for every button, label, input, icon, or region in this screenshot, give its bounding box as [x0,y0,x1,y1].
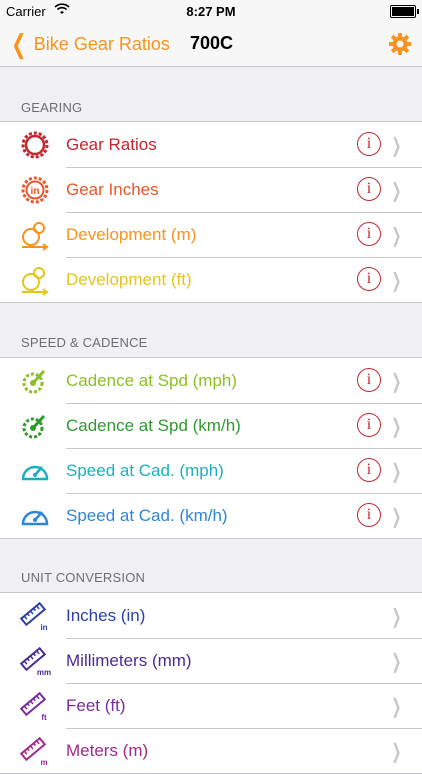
chevron-left-icon: ❮ [11,29,27,59]
row-label: Development (m) [66,225,197,244]
nav-bar: ❮ Bike Gear Ratios 700C [0,22,422,67]
row-gear-ratios[interactable]: Gear Ratios i ❯ [0,122,422,167]
row-inches[interactable]: in Inches (in) ❯ [0,593,422,638]
row-development-ft[interactable]: Development (ft) i ❯ [0,257,422,302]
chevron-right-icon: ❯ [391,416,402,438]
row-development-m[interactable]: Development (m) i ❯ [0,212,422,257]
back-button[interactable]: ❮ Bike Gear Ratios [8,30,170,58]
chevron-right-icon: ❯ [391,506,402,528]
unit-conversion-group: in Inches (in) ❯ mm Millimeters (mm) ❯ f… [0,592,422,774]
ruler-icon: in [19,601,48,632]
info-button-icon[interactable]: i [357,222,381,246]
ruler-icon: m [19,736,48,767]
svg-text:in: in [31,186,40,197]
row-label: Feet (ft) [66,696,126,715]
row-cadence-mph[interactable]: Cadence at Spd (mph) i ❯ [0,358,422,403]
ruler-icon: ft [19,691,47,722]
chevron-right-icon: ❯ [391,135,402,157]
row-label: Inches (in) [66,606,146,625]
row-label: Cadence at Spd (mph) [66,371,238,390]
chevron-right-icon: ❯ [391,225,402,247]
row-label: Gear Ratios [66,135,157,154]
development-icon [22,267,49,296]
gearing-group: Gear Ratios i ❯ in Gear Inches i ❯ Devel… [0,121,422,303]
svg-text:ft: ft [41,713,47,722]
row-cadence-kmh[interactable]: Cadence at Spd (km/h) i ❯ [0,403,422,448]
row-label: Speed at Cad. (mph) [66,461,224,480]
chevron-right-icon: ❯ [391,696,402,718]
status-bar: Carrier 8:27 PM [0,0,422,22]
row-speed-mph[interactable]: Speed at Cad. (mph) i ❯ [0,448,422,493]
svg-text:m: m [40,758,47,767]
row-millimeters[interactable]: mm Millimeters (mm) ❯ [0,638,422,683]
row-label: Gear Inches [66,180,159,199]
row-speed-kmh[interactable]: Speed at Cad. (km/h) i ❯ [0,493,422,538]
gear-inches-icon: in [21,176,49,204]
battery-icon [390,5,419,18]
section-header-speed-cadence: SPEED & CADENCE [21,335,148,350]
info-button-icon[interactable]: i [357,177,381,201]
speed-cadence-group: Cadence at Spd (mph) i ❯ Cadence at Spd … [0,357,422,539]
chevron-right-icon: ❯ [391,651,402,673]
section-header-unit-conversion: UNIT CONVERSION [21,570,146,585]
crank-icon [22,414,46,439]
row-label: Meters (m) [66,741,149,760]
info-button-icon[interactable]: i [357,413,381,437]
row-gear-inches[interactable]: in Gear Inches i ❯ [0,167,422,212]
info-button-icon[interactable]: i [357,458,381,482]
chevron-right-icon: ❯ [391,371,402,393]
chevron-right-icon: ❯ [391,270,402,292]
row-label: Cadence at Spd (km/h) [66,416,241,435]
chevron-right-icon: ❯ [391,461,402,483]
development-icon [22,222,49,251]
info-button-icon[interactable]: i [357,368,381,392]
section-header-gearing: GEARING [21,100,83,115]
chainring-icon [21,131,49,159]
speedometer-icon [21,465,49,481]
row-label: Millimeters (mm) [66,651,192,670]
chevron-right-icon: ❯ [391,180,402,202]
page-title: 700C [190,33,234,53]
info-button-icon[interactable]: i [357,132,381,156]
crank-icon [22,369,46,394]
info-button-icon[interactable]: i [357,503,381,527]
row-label: Speed at Cad. (km/h) [66,506,228,525]
chevron-right-icon: ❯ [391,741,402,763]
clock: 8:27 PM [186,4,236,19]
row-feet[interactable]: ft Feet (ft) ❯ [0,683,422,728]
info-button-icon[interactable]: i [357,267,381,291]
svg-text:in: in [40,623,47,632]
svg-text:mm: mm [37,668,51,677]
settings-gear-icon[interactable] [388,32,412,56]
ruler-icon: mm [19,646,51,677]
row-meters[interactable]: m Meters (m) ❯ [0,728,422,773]
chevron-right-icon: ❯ [391,606,402,628]
speedometer-icon [21,510,49,526]
row-label: Development (ft) [66,270,192,289]
back-label: Bike Gear Ratios [33,33,170,54]
